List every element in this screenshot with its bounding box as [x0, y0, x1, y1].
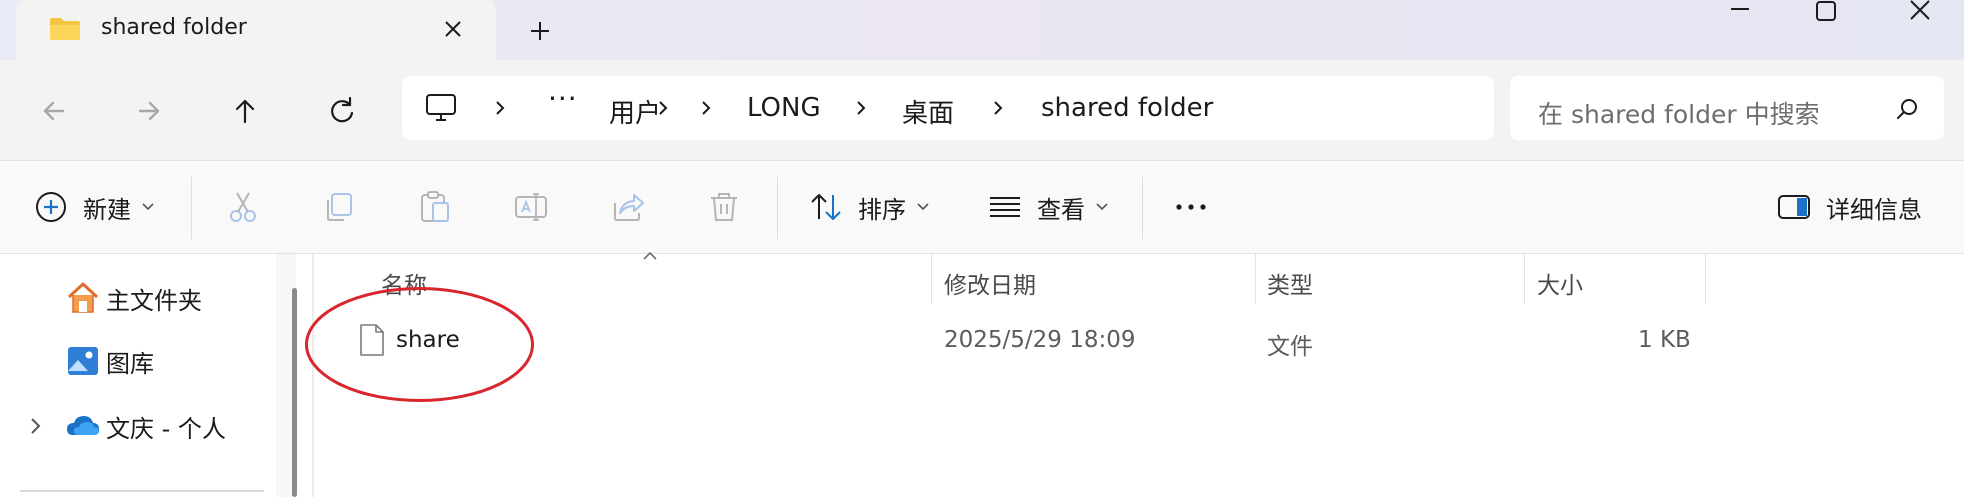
- view-lines-icon: [990, 197, 1020, 217]
- chevron-down-icon: [142, 203, 154, 211]
- nav-divider: [20, 490, 264, 492]
- column-header-size[interactable]: 大小: [1537, 266, 1583, 300]
- details-pane-icon: [1778, 195, 1810, 219]
- nav-item-gallery[interactable]: 图库: [66, 341, 154, 381]
- sort-icon: [811, 194, 841, 220]
- toolbar-divider: [777, 177, 778, 239]
- breadcrumb-item-shared-folder[interactable]: shared folder: [1041, 93, 1213, 123]
- sort-ascending-icon: [643, 251, 657, 260]
- add-circle-icon: [36, 192, 66, 222]
- tab-shared-folder[interactable]: shared folder: [16, 0, 496, 62]
- title-bar: shared folder: [0, 0, 1964, 62]
- forward-arrow-icon[interactable]: [128, 90, 170, 132]
- nav-item-home[interactable]: 主文件夹: [66, 278, 202, 318]
- file-modified: 2025/5/29 18:09: [944, 327, 1136, 353]
- home-icon: [67, 282, 99, 313]
- column-header-modified[interactable]: 修改日期: [944, 266, 1036, 300]
- expand-chevron-icon[interactable]: [26, 414, 46, 438]
- back-arrow-icon[interactable]: [33, 90, 75, 132]
- breadcrumb-item-users[interactable]: 用户: [609, 93, 661, 130]
- onedrive-cloud-icon: [67, 416, 99, 435]
- column-divider[interactable]: [931, 254, 932, 304]
- nav-label-gallery: 图库: [106, 349, 154, 378]
- sort-button[interactable]: 排序: [808, 185, 930, 229]
- command-bar: 新建 排序 查看 详细信息: [0, 160, 1964, 254]
- address-row: ··· 用户 LONG 桌面 shared folder 在 shared fo…: [0, 60, 1964, 160]
- chevron-right-icon[interactable]: [987, 96, 1009, 120]
- toolbar-divider: [1142, 177, 1143, 239]
- annotation-ellipse: [305, 287, 534, 402]
- nav-item-onedrive[interactable]: 文庆 - 个人: [66, 406, 226, 446]
- up-arrow-icon[interactable]: [224, 90, 266, 132]
- details-pane-button[interactable]: 详细信息: [1776, 185, 1922, 229]
- more-options-icon[interactable]: [1173, 189, 1209, 225]
- tab-close-icon[interactable]: [438, 14, 468, 44]
- chevron-down-icon: [1096, 203, 1108, 211]
- folder-icon: [50, 18, 80, 40]
- view-button[interactable]: 查看: [987, 185, 1109, 229]
- copy-icon[interactable]: [321, 189, 357, 225]
- chevron-right-icon[interactable]: [850, 96, 872, 120]
- column-header-type[interactable]: 类型: [1267, 266, 1313, 300]
- breadcrumb-item-long[interactable]: LONG: [747, 93, 821, 123]
- refresh-icon[interactable]: [321, 90, 363, 132]
- file-size: 1 KB: [1638, 327, 1691, 353]
- chevron-down-icon: [917, 203, 929, 211]
- chevron-right-icon[interactable]: [489, 96, 511, 120]
- gallery-icon: [68, 347, 98, 375]
- toolbar-divider: [191, 177, 192, 239]
- tab-title: shared folder: [101, 15, 247, 40]
- delete-icon[interactable]: [706, 189, 742, 225]
- breadcrumb-item-desktop[interactable]: 桌面: [902, 93, 954, 130]
- column-divider[interactable]: [1255, 254, 1256, 304]
- column-divider[interactable]: [1524, 254, 1525, 304]
- nav-label-home: 主文件夹: [106, 286, 202, 315]
- search-placeholder: 在 shared folder 中搜索: [1538, 100, 1820, 129]
- details-label: 详细信息: [1826, 195, 1922, 224]
- nav-scrollbar-thumb[interactable]: [292, 288, 297, 497]
- share-icon[interactable]: [610, 189, 646, 225]
- breadcrumb-overflow[interactable]: ···: [548, 82, 578, 115]
- new-button[interactable]: 新建: [33, 185, 155, 229]
- rename-icon[interactable]: [513, 189, 549, 225]
- breadcrumb[interactable]: ··· 用户 LONG 桌面 shared folder: [402, 76, 1494, 140]
- view-label: 查看: [1037, 195, 1085, 224]
- new-tab-icon[interactable]: [525, 16, 555, 46]
- minimize-icon[interactable]: [1710, 0, 1770, 26]
- file-type: 文件: [1267, 334, 1313, 360]
- search-input[interactable]: 在 shared folder 中搜索: [1510, 76, 1944, 140]
- chevron-right-icon[interactable]: [695, 96, 717, 120]
- paste-icon[interactable]: [417, 189, 453, 225]
- this-pc-icon[interactable]: [424, 93, 458, 123]
- search-icon[interactable]: [1895, 96, 1921, 122]
- new-label: 新建: [83, 195, 131, 224]
- nav-label-onedrive: 文庆 - 个人: [106, 414, 226, 443]
- maximize-icon[interactable]: [1795, 0, 1855, 26]
- close-window-icon[interactable]: [1890, 0, 1950, 26]
- cut-icon[interactable]: [225, 189, 261, 225]
- sort-label: 排序: [858, 195, 906, 224]
- column-divider[interactable]: [1705, 254, 1706, 304]
